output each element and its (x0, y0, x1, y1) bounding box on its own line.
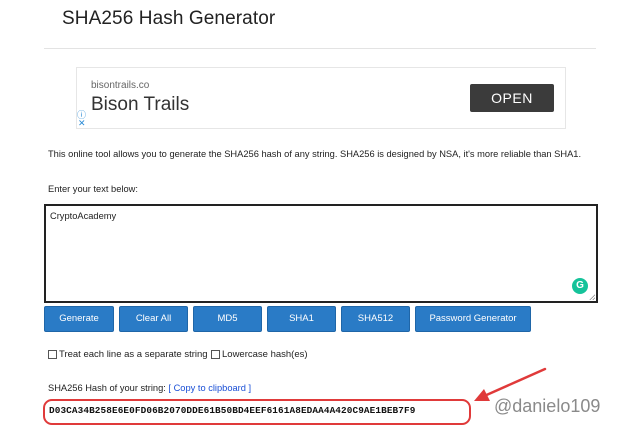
watermark: @danielo109 (494, 396, 601, 416)
clear-all-button[interactable]: Clear All (119, 306, 188, 332)
treat-each-line-option[interactable]: Treat each line as a separate string (48, 349, 208, 360)
page-title: SHA256 Hash Generator (62, 8, 276, 29)
result-label-row: SHA256 Hash of your string: [ Copy to cl… (48, 383, 251, 393)
grammarly-icon[interactable]: G (572, 278, 588, 294)
ad-close-icon[interactable]: ✕ (78, 119, 86, 128)
hash-output: D03CA34B258E6E0FD06B2070DDE61B50BD4EEF61… (49, 405, 416, 416)
ad-banner[interactable]: bisontrails.co Bison Trails OPEN ⓘ ✕ (76, 67, 566, 129)
sha1-button[interactable]: SHA1 (267, 306, 336, 332)
title-divider (44, 48, 596, 49)
treat-each-line-checkbox[interactable] (48, 350, 57, 359)
password-generator-button[interactable]: Password Generator (415, 306, 531, 332)
result-label: SHA256 Hash of your string: (48, 383, 166, 393)
lowercase-label: Lowercase hash(es) (222, 349, 308, 360)
resize-handle-icon[interactable] (589, 294, 595, 300)
hash-highlight: D03CA34B258E6E0FD06B2070DDE61B50BD4EEF61… (43, 399, 471, 425)
md5-button[interactable]: MD5 (193, 306, 262, 332)
copy-to-clipboard-link[interactable]: [ Copy to clipboard ] (168, 383, 251, 393)
ad-open-button[interactable]: OPEN (470, 84, 554, 112)
lowercase-option[interactable]: Lowercase hash(es) (211, 349, 308, 360)
treat-each-line-label: Treat each line as a separate string (59, 349, 208, 360)
tool-description: This online tool allows you to generate … (48, 149, 582, 159)
lowercase-checkbox[interactable] (211, 350, 220, 359)
input-prompt: Enter your text below: (48, 184, 138, 194)
text-input-value: CryptoAcademy (50, 211, 117, 221)
sha512-button[interactable]: SHA512 (341, 306, 410, 332)
text-input[interactable]: CryptoAcademy G (44, 204, 598, 303)
generate-button[interactable]: Generate (44, 306, 114, 332)
ad-brand: Bison Trails (91, 94, 190, 115)
ad-domain: bisontrails.co (91, 80, 150, 91)
